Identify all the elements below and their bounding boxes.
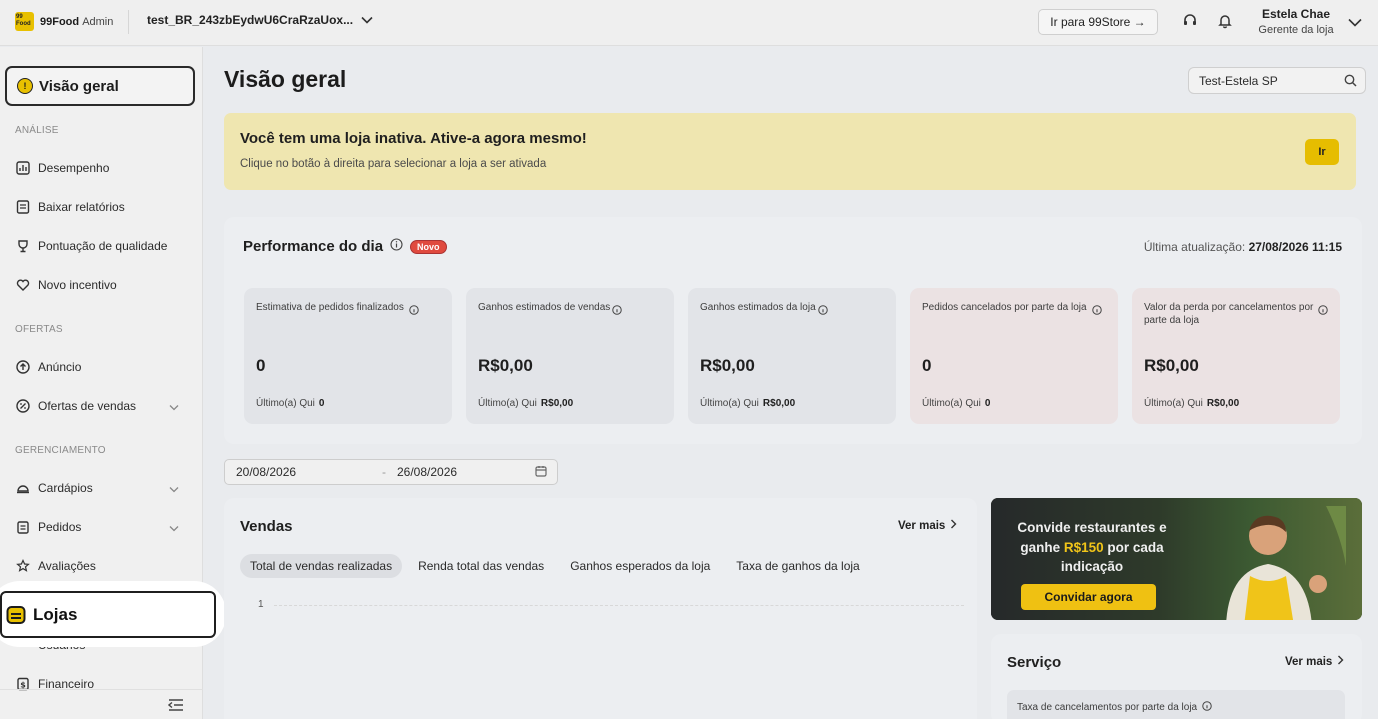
service-title: Serviço [1007, 654, 1062, 671]
chef-illustration [1226, 506, 1346, 620]
sidebar-item-quality-score[interactable]: Pontuação de qualidade [15, 236, 185, 256]
tab-earnings-rate[interactable]: Taxa de ganhos da loja [726, 554, 869, 578]
chevron-down-icon[interactable] [1348, 14, 1362, 32]
chevron-right-icon [1337, 655, 1344, 668]
chart-y-tick: 1 [258, 599, 264, 610]
date-range-picker[interactable]: 20/08/2026 - 26/08/2026 [224, 459, 558, 485]
sidebar-item-orders[interactable]: Pedidos [15, 517, 185, 537]
heart-icon [15, 277, 31, 293]
tab-expected-earnings[interactable]: Ganhos esperados da loja [560, 554, 720, 578]
brand[interactable]: 99 Food 99Food Admin [15, 12, 113, 31]
metric-card[interactable]: Estimativa de pedidos finalizados 0 Últi… [244, 288, 452, 424]
new-badge: Novo [410, 239, 447, 254]
sidebar-item-reviews[interactable]: Avaliações [15, 556, 185, 576]
tab-total-sales[interactable]: Total de vendas realizadas [240, 554, 403, 578]
user-role: Gerente da loja [1258, 24, 1334, 36]
arrow-up-circle-icon [15, 359, 31, 375]
metric-card[interactable]: Valor da perda por cancelamentos por par… [1132, 288, 1340, 424]
service-metric-card[interactable]: Taxa de cancelamentos por parte da loja [1007, 690, 1345, 719]
section-analysis: ANÁLISE [15, 125, 59, 136]
chevron-down-icon [169, 521, 179, 535]
store-icon [6, 605, 26, 625]
performance-card: Performance do dia Novo Última atualizaç… [224, 217, 1362, 444]
banner-subtitle: Clique no botão à direita para seleciona… [240, 158, 547, 170]
end-date[interactable]: 26/08/2026 [397, 465, 457, 479]
last-updated: Última atualização: 27/08/2026 11:15 [1143, 240, 1342, 254]
store-selector[interactable]: test_BR_243zbEydwU6CraRzaUox... [147, 13, 373, 27]
inactive-store-banner: Você tem uma loja inativa. Ative-a agora… [224, 113, 1356, 190]
sidebar-item-label: Lojas [33, 604, 78, 624]
start-date[interactable]: 20/08/2026 [236, 465, 296, 479]
search-icon[interactable] [1344, 74, 1357, 90]
banner-title: Você tem uma loja inativa. Ative-a agora… [240, 130, 587, 147]
performance-title: Performance do dia Novo [243, 238, 447, 255]
sidebar-item-label: Visão geral [39, 77, 119, 95]
sales-title: Vendas [240, 518, 293, 535]
clipboard-icon [15, 519, 31, 535]
sidebar-item-stores[interactable]: Lojas [0, 591, 216, 638]
user-menu[interactable]: Estela Chae Gerente da loja [1248, 7, 1344, 36]
chevron-down-icon [169, 482, 179, 496]
report-icon [15, 199, 31, 215]
sidebar-item-menus[interactable]: Cardápios [15, 478, 185, 498]
metric-card[interactable]: Pedidos cancelados por parte da loja 0 Ú… [910, 288, 1118, 424]
sidebar-item-sales-offers[interactable]: Ofertas de vendas [15, 396, 185, 416]
sales-see-more-link[interactable]: Ver mais [898, 519, 957, 532]
go-to-99store-button[interactable]: Ir para 99Store → [1038, 9, 1158, 35]
calendar-icon[interactable] [535, 465, 547, 480]
topbar-divider [128, 10, 129, 34]
invite-now-button[interactable]: Convidar agora [1021, 584, 1156, 610]
service-card: Serviço Ver mais Taxa de cancelamentos p… [991, 634, 1362, 719]
headset-icon[interactable] [1181, 12, 1199, 30]
user-name: Estela Chae [1261, 7, 1331, 21]
chevron-down-icon [361, 13, 373, 27]
referral-promo-banner[interactable]: Convide restaurantes e ganhe R$150 por c… [991, 498, 1362, 620]
service-see-more-link[interactable]: Ver mais [1285, 655, 1344, 668]
chevron-right-icon [950, 519, 957, 532]
brand-logo: 99 Food [15, 12, 34, 31]
discount-icon [15, 398, 31, 414]
sidebar-item-new-incentive[interactable]: Novo incentivo [15, 275, 185, 295]
info-icon[interactable] [409, 302, 419, 320]
section-management: GERENCIAMENTO [15, 445, 106, 456]
store-search-input[interactable]: Test-Estela SP [1188, 67, 1366, 94]
chart-gridline [274, 605, 964, 606]
cloche-icon [15, 480, 31, 496]
sidebar-item-overview[interactable]: ! Visão geral [5, 66, 195, 106]
sidebar-item-download-reports[interactable]: Baixar relatórios [15, 197, 185, 217]
top-bar: 99 Food 99Food Admin test_BR_243zbEydwU6… [0, 0, 1378, 46]
info-icon[interactable] [1092, 302, 1102, 320]
store-selector-label: test_BR_243zbEydwU6CraRzaUox... [147, 13, 354, 27]
collapse-sidebar-icon[interactable] [167, 698, 184, 716]
sidebar-item-ads[interactable]: Anúncio [15, 357, 185, 377]
chevron-down-icon [169, 400, 179, 414]
info-icon[interactable] [390, 238, 403, 255]
promo-text: Convide restaurantes e ganhe R$150 por c… [1017, 520, 1167, 574]
sidebar-item-performance[interactable]: Desempenho [15, 158, 185, 178]
tab-total-revenue[interactable]: Renda total das vendas [408, 554, 554, 578]
sidebar-footer [0, 689, 203, 719]
home-icon: ! [17, 78, 33, 94]
info-icon[interactable] [1318, 302, 1328, 320]
trophy-icon [15, 238, 31, 254]
banner-go-button[interactable]: Ir [1305, 139, 1339, 165]
sales-card: Vendas Ver mais Total de vendas realizad… [224, 498, 977, 719]
star-icon [15, 558, 31, 574]
metric-card[interactable]: Ganhos estimados da loja R$0,00 Último(a… [688, 288, 896, 424]
info-icon[interactable] [818, 302, 828, 320]
sales-tabs: Total de vendas realizadas Renda total d… [240, 554, 870, 578]
brand-name: 99Food Admin [40, 15, 114, 28]
section-offers: OFERTAS [15, 324, 63, 335]
bell-icon[interactable] [1216, 12, 1234, 30]
info-icon[interactable] [612, 302, 622, 320]
info-icon[interactable] [1202, 701, 1212, 714]
metric-card[interactable]: Ganhos estimados de vendas R$0,00 Último… [466, 288, 674, 424]
chart-icon [15, 160, 31, 176]
page-title: Visão geral [224, 66, 347, 92]
